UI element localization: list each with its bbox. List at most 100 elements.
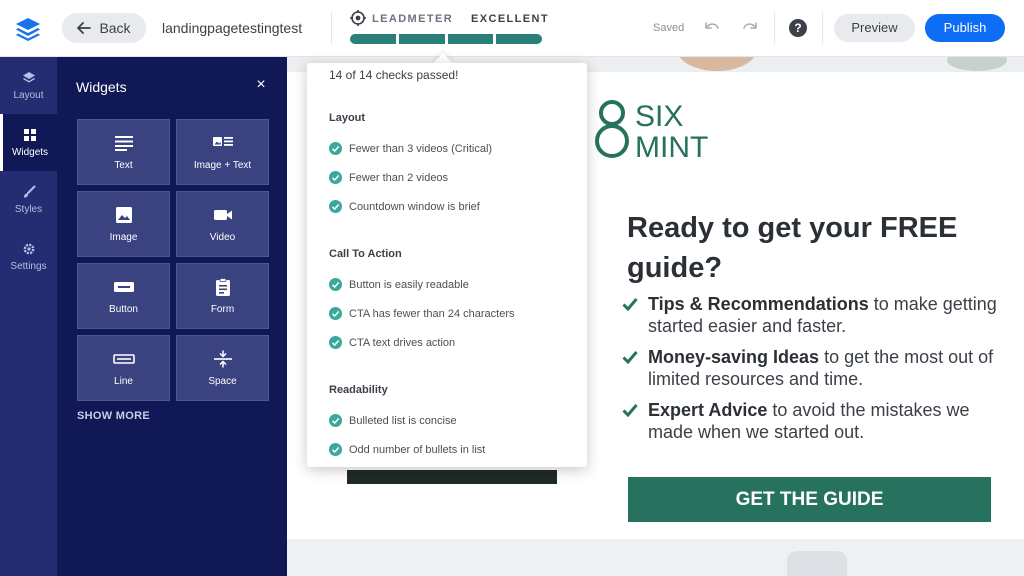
save-status: Saved [653, 22, 685, 34]
redo-icon[interactable] [741, 19, 759, 37]
check-circle-icon [329, 200, 342, 213]
panel-title: Widgets [76, 79, 127, 95]
widget-form[interactable]: Form [176, 263, 269, 329]
back-button-label: Back [99, 20, 131, 36]
divider [822, 12, 823, 44]
bullet-bold: Money-saving Ideas [648, 347, 820, 367]
widget-label: Video [209, 231, 236, 243]
section-title: Call To Action [329, 248, 402, 260]
leadmeter-segment [350, 34, 396, 44]
leadmeter-segment [496, 34, 542, 44]
bullet-item[interactable]: Money-saving Ideas to get the most out o… [622, 346, 1002, 390]
bullet-item[interactable]: Expert Advice to avoid the mistakes we m… [622, 399, 1002, 443]
back-button[interactable]: Back [62, 13, 146, 43]
logo-text: MINT [635, 131, 708, 162]
widget-label: Space [208, 375, 237, 387]
hidden-button[interactable] [347, 470, 557, 484]
check-circle-icon [329, 443, 342, 456]
widget-label: Text [114, 159, 133, 171]
cta-button[interactable]: GET THE GUIDE [628, 477, 991, 522]
headline[interactable]: Ready to get your FREE guide? [627, 208, 1007, 288]
canvas-bottom-section [287, 539, 1024, 576]
space-icon [213, 350, 232, 367]
check-icon [622, 351, 638, 364]
check-item-label: Fewer than 3 videos (Critical) [349, 142, 493, 155]
divider [331, 12, 332, 44]
background-image [787, 551, 847, 576]
leadmeter-label: LEADMETER [372, 13, 454, 25]
check-item: Fewer than 2 videos [329, 171, 448, 184]
rail-item-layout[interactable]: Layout [0, 57, 57, 114]
section-title: Readability [329, 384, 388, 396]
widget-image-text[interactable]: Image + Text [176, 119, 269, 185]
video-icon [213, 209, 232, 220]
check-item-label: CTA text drives action [349, 336, 456, 349]
check-circle-icon [329, 171, 342, 184]
check-circle-icon [329, 142, 342, 155]
leadmeter-segment [398, 34, 445, 44]
bullet-item[interactable]: Tips & Recommendations to make getting s… [622, 293, 1002, 337]
check-item-label: Odd number of bullets in list [349, 443, 486, 456]
rail-item-label: Widgets [11, 146, 49, 158]
page-name[interactable]: landingpagetestingtest [162, 20, 302, 36]
widget-label: Button [109, 303, 138, 315]
close-icon[interactable]: × [253, 77, 269, 93]
leadmeter-popover: 14 of 14 checks passed! Layout Fewer tha… [307, 63, 587, 467]
widget-text[interactable]: Text [77, 119, 170, 185]
widget-video[interactable]: Video [176, 191, 269, 257]
divider [774, 12, 775, 44]
rail-item-settings[interactable]: Settings [0, 228, 57, 285]
text-icon [114, 135, 133, 151]
widget-line[interactable]: Line [77, 335, 170, 401]
check-item-label: Fewer than 2 videos [349, 171, 449, 184]
sixmint-logo[interactable]: SIX MINT [595, 96, 725, 162]
form-icon [215, 277, 230, 296]
check-icon [622, 298, 638, 311]
check-circle-icon [329, 307, 342, 320]
app-logo-icon[interactable] [14, 15, 42, 43]
widgets-panel: Widgets × Text Image + Text Image Video [57, 57, 287, 576]
check-circle-icon [329, 278, 342, 291]
widget-label: Image [109, 231, 138, 243]
checks-summary: 14 of 14 checks passed! [329, 68, 459, 82]
preview-button[interactable]: Preview [834, 14, 915, 42]
widget-label: Form [210, 303, 235, 315]
section-title: Layout [329, 112, 366, 124]
leadmeter-rating: EXCELLENT [471, 13, 549, 25]
widget-label: Line [114, 375, 133, 387]
rail-item-styles[interactable]: Styles [0, 171, 57, 228]
background-image [677, 57, 757, 71]
background-image [947, 57, 1007, 71]
layers-icon [22, 71, 35, 82]
rail-item-widgets[interactable]: Widgets [0, 114, 57, 171]
logo-text: SIX [635, 100, 683, 133]
check-item: Bulleted list is concise [329, 414, 457, 427]
left-rail: Layout Widgets Styles Settings [0, 57, 57, 576]
leadmeter[interactable]: LEADMETER EXCELLENT [350, 10, 548, 46]
publish-button[interactable]: Publish [925, 14, 1005, 42]
undo-icon[interactable] [703, 19, 721, 37]
grid-icon [24, 128, 36, 141]
show-more-link[interactable]: SHOW MORE [77, 410, 150, 422]
rail-item-label: Settings [10, 260, 47, 272]
image-text-icon [212, 136, 233, 146]
help-icon[interactable]: ? [789, 19, 807, 37]
widget-label: Image + Text [193, 159, 252, 171]
check-item-label: Countdown window is brief [349, 200, 480, 213]
widget-image[interactable]: Image [77, 191, 170, 257]
check-item: CTA text drives action [329, 336, 455, 349]
check-item: Countdown window is brief [329, 200, 480, 213]
widget-space[interactable]: Space [176, 335, 269, 401]
rail-item-label: Layout [13, 89, 44, 101]
check-icon [622, 404, 638, 417]
bullet-bold: Tips & Recommendations [648, 294, 869, 314]
check-circle-icon [329, 414, 342, 427]
check-item-label: Button is easily readable [349, 278, 469, 291]
arrow-left-icon [77, 22, 92, 34]
target-icon [350, 10, 366, 26]
top-bar: Back landingpagetestingtest LEADMETER EX… [0, 0, 1024, 57]
bullet-bold: Expert Advice [648, 400, 768, 420]
widget-button[interactable]: Button [77, 263, 170, 329]
leadmeter-segment [447, 34, 494, 44]
check-item-label: CTA has fewer than 24 characters [349, 307, 515, 320]
